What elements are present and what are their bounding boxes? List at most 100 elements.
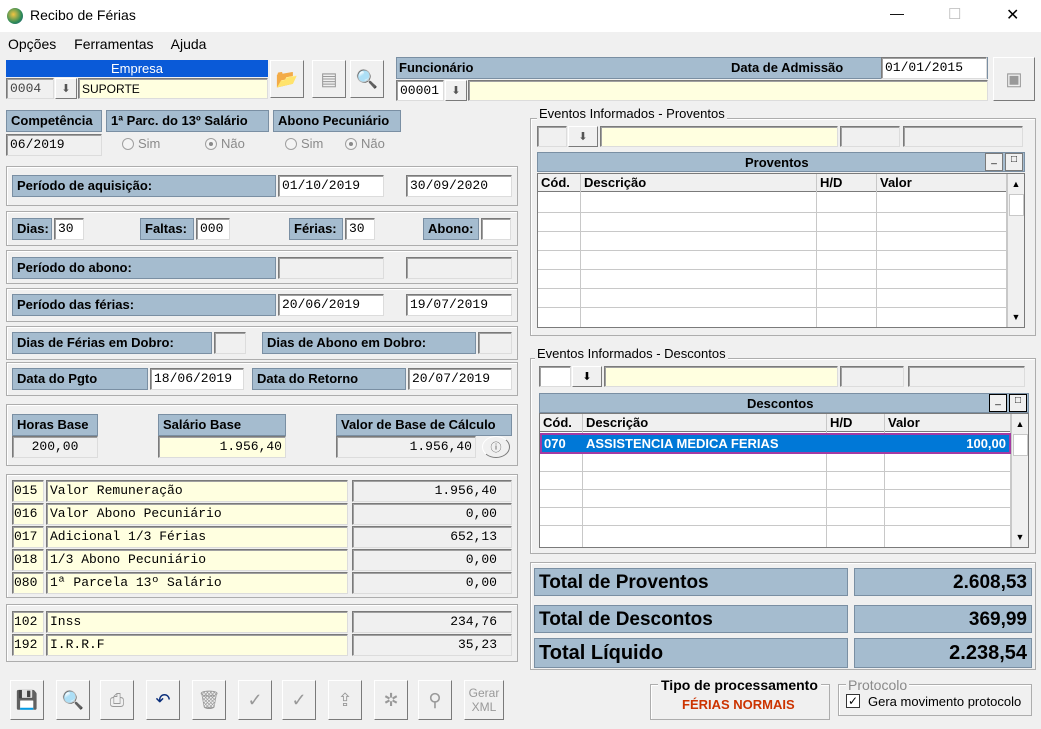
- ferias-dobro-field[interactable]: [214, 332, 246, 354]
- row-value: 100,00: [966, 436, 1006, 451]
- report-button[interactable]: ▤: [312, 60, 346, 98]
- periodo-ferias-inicio-field[interactable]: 20/06/2019: [278, 294, 384, 316]
- menu-ajuda[interactable]: Ajuda: [171, 36, 207, 52]
- print-button[interactable]: ⎙: [100, 680, 134, 720]
- verba-desc: 1ª Parcela 13º Salário: [46, 572, 348, 594]
- prov-lookup-button[interactable]: ⬇: [568, 126, 598, 147]
- empresa-code-field[interactable]: 0004: [6, 78, 54, 99]
- prov-hd-field[interactable]: [840, 126, 900, 147]
- check-icon: ✓: [291, 689, 307, 710]
- parc13-sim-radio[interactable]: Sim: [122, 136, 160, 151]
- verba-desc: Adicional 1/3 Férias: [46, 526, 348, 548]
- row-desc: ASSISTENCIA MEDICA FERIAS: [586, 436, 779, 451]
- prov-code-field[interactable]: [537, 126, 567, 147]
- parc13-nao-radio[interactable]: Não: [205, 136, 245, 151]
- periodo-ferias-fim-field[interactable]: 19/07/2019: [406, 294, 512, 316]
- descontos-grid-title: Descontos: [747, 396, 814, 411]
- desc-hd-field[interactable]: [840, 366, 904, 387]
- desc-code-field[interactable]: [539, 366, 571, 387]
- menu-bar: Opções Ferramentas Ajuda: [8, 36, 220, 52]
- descontos-scrollbar[interactable]: ▲ ▼: [1011, 414, 1028, 547]
- verba-value: 652,13: [352, 526, 512, 548]
- salario-base-field[interactable]: 1.956,40: [158, 436, 286, 458]
- funcionario-name-field[interactable]: [468, 80, 988, 101]
- minimize-button[interactable]: —: [890, 5, 904, 21]
- row-code: 070: [544, 436, 566, 451]
- minimize-grid-icon[interactable]: _: [989, 394, 1007, 412]
- admissao-field[interactable]: 01/01/2015: [881, 57, 987, 79]
- retorno-field[interactable]: 20/07/2019: [408, 368, 512, 390]
- dias-field[interactable]: 30: [54, 218, 84, 240]
- prov-value-field[interactable]: [903, 126, 1023, 147]
- funcionario-lookup-button[interactable]: ⬇: [445, 80, 467, 101]
- verba-value: 1.956,40: [352, 480, 512, 502]
- prov-desc-field[interactable]: [600, 126, 838, 147]
- periodo-abono-fim-field[interactable]: [406, 257, 512, 279]
- search-button[interactable]: 🔍: [56, 680, 90, 720]
- abono-field[interactable]: [481, 218, 511, 240]
- user-search-icon: ⚲: [428, 689, 442, 710]
- save-button[interactable]: 💾: [10, 680, 44, 720]
- maximize-grid-icon[interactable]: □: [1005, 153, 1023, 171]
- confirm2-button[interactable]: ✓: [282, 680, 316, 720]
- empresa-lookup-button[interactable]: ⬇: [55, 78, 77, 99]
- funcionario-code-field[interactable]: 00001: [396, 80, 444, 101]
- desc-value-field[interactable]: [908, 366, 1025, 387]
- pgto-field[interactable]: 18/06/2019: [150, 368, 244, 390]
- undo-button[interactable]: ↶: [146, 680, 180, 720]
- employee-card-button[interactable]: ▣: [993, 57, 1035, 101]
- radio-on-icon: [205, 138, 217, 150]
- horas-base-field[interactable]: 200,00: [12, 436, 98, 458]
- processamento-label: Tipo de processamento: [658, 677, 821, 693]
- competencia-field[interactable]: 06/2019: [6, 134, 102, 156]
- verba-code: 015: [12, 480, 44, 502]
- process-button[interactable]: ✲: [374, 680, 408, 720]
- descontos-grid-header: Cód. Descrição H/D Valor: [540, 414, 1028, 432]
- gerar-xml-button[interactable]: Gerar XML: [464, 680, 504, 720]
- proventos-scrollbar[interactable]: ▲ ▼: [1007, 174, 1024, 327]
- minimize-grid-icon[interactable]: _: [985, 153, 1003, 171]
- maximize-grid-icon[interactable]: □: [1009, 394, 1027, 412]
- periodo-abono-inicio-field[interactable]: [278, 257, 384, 279]
- proventos-grid[interactable]: Cód. Descrição H/D Valor ▲ ▼: [537, 173, 1025, 328]
- abono-dobro-field[interactable]: [478, 332, 512, 354]
- check-icon: ✓: [247, 689, 263, 710]
- desc-desc-field[interactable]: [604, 366, 838, 387]
- eventos-descontos-label: Eventos Informados - Descontos: [535, 346, 728, 361]
- proventos-grid-title: Proventos: [745, 155, 809, 170]
- faltas-field[interactable]: 000: [196, 218, 230, 240]
- scroll-thumb[interactable]: [1013, 434, 1028, 456]
- close-button[interactable]: ✕: [1006, 5, 1019, 25]
- protocolo-label: Protocolo: [846, 677, 910, 693]
- desc-lookup-button[interactable]: ⬇: [572, 366, 602, 387]
- empresa-name-field[interactable]: SUPORTE: [78, 78, 268, 99]
- confirm-button[interactable]: ✓: [238, 680, 272, 720]
- user-search-button[interactable]: ⚲: [418, 680, 452, 720]
- abono-nao-radio[interactable]: Não: [345, 136, 385, 151]
- scroll-down-icon[interactable]: ▼: [1008, 309, 1024, 325]
- printer-icon: ⎙: [109, 689, 125, 710]
- open-folder-button[interactable]: 📂: [270, 60, 304, 98]
- abono-sim-radio[interactable]: Sim: [285, 136, 323, 151]
- scroll-up-icon[interactable]: ▲: [1012, 416, 1028, 432]
- maximize-button[interactable]: ☐: [948, 5, 961, 23]
- scroll-down-icon[interactable]: ▼: [1012, 529, 1028, 545]
- aquisicao-inicio-field[interactable]: 01/10/2019: [278, 175, 384, 197]
- undo-icon: ↶: [155, 689, 171, 710]
- scroll-thumb[interactable]: [1009, 194, 1024, 216]
- menu-ferramentas[interactable]: Ferramentas: [74, 36, 153, 52]
- ferias-field[interactable]: 30: [345, 218, 375, 240]
- gera-protocolo-checkbox[interactable]: ✓: [846, 694, 860, 708]
- scroll-up-icon[interactable]: ▲: [1008, 176, 1024, 192]
- descontos-grid[interactable]: Cód. Descrição H/D Valor 070 ASSISTENCIA…: [539, 413, 1029, 548]
- export-button[interactable]: ⇪: [328, 680, 362, 720]
- search-doc-button[interactable]: 🔍: [350, 60, 384, 98]
- calc-info-button[interactable]: ⓘ: [482, 436, 510, 458]
- base-calculo-field[interactable]: 1.956,40: [336, 436, 476, 458]
- aquisicao-fim-field[interactable]: 30/09/2020: [406, 175, 512, 197]
- col-descricao: Descrição: [586, 415, 649, 430]
- radio-off-icon: [285, 138, 297, 150]
- menu-opcoes[interactable]: Opções: [8, 36, 56, 52]
- table-row[interactable]: 070 ASSISTENCIA MEDICA FERIAS 100,00: [540, 433, 1011, 454]
- delete-button[interactable]: 🗑: [192, 680, 226, 720]
